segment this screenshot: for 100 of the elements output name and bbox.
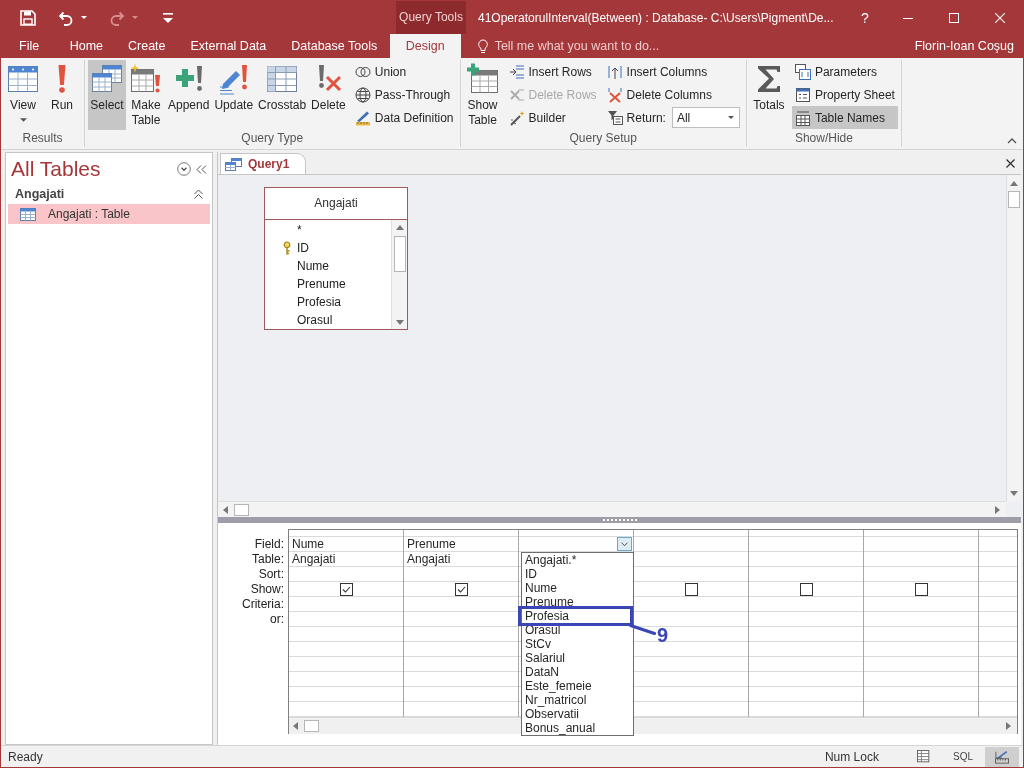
field-list-item[interactable]: ID <box>265 239 391 257</box>
tell-me-field[interactable]: Tell me what you want to do... <box>494 34 695 58</box>
nav-group-header[interactable]: Angajati <box>15 186 65 201</box>
field-list-item[interactable]: Nume <box>265 257 391 275</box>
show-checkbox[interactable] <box>454 582 468 596</box>
ribbon-tab[interactable]: Create <box>115 34 179 58</box>
parameters-icon <box>794 63 811 80</box>
field-list-item[interactable]: * <box>265 221 391 239</box>
ribbon-button[interactable]: Crosstab <box>256 60 309 130</box>
ribbon-button[interactable]: Pass-Through <box>351 83 457 106</box>
vertical-scrollbar[interactable] <box>391 220 407 329</box>
scroll-up-icon[interactable] <box>395 225 404 230</box>
dropdown-option[interactable]: DataN <box>522 665 633 679</box>
horizontal-scrollbar[interactable] <box>218 501 1006 517</box>
scroll-right-icon[interactable] <box>995 505 1000 514</box>
ribbon-tab[interactable]: External Data <box>178 34 279 58</box>
dropdown-option[interactable]: Nume <box>522 581 633 595</box>
navigation-pane-title[interactable]: All Tables <box>11 157 101 181</box>
ribbon-button[interactable]: Builder <box>505 106 600 129</box>
row-label: Sort: <box>257 567 284 582</box>
dropdown-option[interactable]: Prenume <box>522 595 633 609</box>
table-field-list[interactable]: Angajati * ID Nume Prenume Profesia Orasul <box>264 187 408 330</box>
ribbon-tab[interactable]: Design <box>389 34 461 58</box>
caret-down-icon[interactable] <box>727 116 734 119</box>
field-list-item[interactable]: Prenume <box>265 275 391 293</box>
user-name[interactable]: Florin-Ioan Coşug <box>914 34 1023 58</box>
row-label: Field: <box>253 537 284 552</box>
scroll-right-icon[interactable] <box>1006 722 1011 730</box>
ribbon-button[interactable]: Union <box>351 60 457 83</box>
circle-caret-icon[interactable] <box>177 162 191 176</box>
caret-down-icon[interactable] <box>81 16 87 19</box>
scrollbar-thumb[interactable] <box>234 503 249 516</box>
scroll-left-icon[interactable] <box>223 505 228 514</box>
help-button[interactable]: ? <box>845 1 885 34</box>
show-checkbox[interactable] <box>339 582 353 596</box>
ribbon-button[interactable]: Parameters <box>791 60 898 83</box>
ribbon-button[interactable]: View <box>4 60 42 130</box>
design-view-icon[interactable] <box>985 746 1019 767</box>
dropdown-option[interactable]: Nr_matricol <box>522 693 633 707</box>
ribbon-button[interactable]: Insert Rows <box>505 60 600 83</box>
grid-cell[interactable]: Angajati <box>289 552 403 567</box>
callout-number: 9 <box>657 625 669 645</box>
ribbon-button[interactable]: Show Table <box>463 60 502 130</box>
table-sparkle-icon <box>130 63 162 95</box>
scrollbar-thumb[interactable] <box>1008 191 1020 208</box>
lightbulb-icon[interactable] <box>477 38 488 54</box>
show-checkbox[interactable] <box>684 582 698 596</box>
field-list-item[interactable]: Orasul <box>265 311 391 329</box>
grid-cell[interactable]: Angajati <box>404 552 518 567</box>
ribbon-tab[interactable]: File <box>1 34 58 58</box>
ribbon-button[interactable]: Append <box>166 60 212 130</box>
dropdown-option[interactable]: StCv <box>522 637 633 651</box>
show-checkbox[interactable] <box>914 582 928 596</box>
ribbon-button[interactable]: Delete <box>309 60 348 130</box>
ribbon-button[interactable]: Insert Columns <box>603 60 743 83</box>
double-chevron-up-icon[interactable] <box>194 188 203 199</box>
table-title: Angajati <box>265 188 407 220</box>
dropdown-option[interactable]: Profesia <box>522 609 633 623</box>
caret-down-icon[interactable] <box>19 118 27 122</box>
collapse-ribbon-icon[interactable] <box>1007 138 1017 144</box>
ribbon-button[interactable]: Make Table <box>127 60 165 130</box>
scroll-down-icon[interactable] <box>395 320 404 325</box>
return-dropdown[interactable]: All <box>671 107 740 128</box>
caret-down-icon[interactable] <box>617 537 632 551</box>
ribbon-button[interactable]: Delete Columns <box>603 83 743 106</box>
double-chevron-left-icon[interactable] <box>196 164 207 174</box>
dropdown-option[interactable]: Angajati.* <box>522 553 633 567</box>
scrollbar-thumb[interactable] <box>393 236 406 272</box>
ribbon-tab[interactable]: Home <box>57 34 116 58</box>
ribbon-button[interactable]: Run <box>43 60 81 130</box>
dropdown-option[interactable]: Este_femeie <box>522 679 633 693</box>
vertical-scrollbar[interactable] <box>1006 175 1021 501</box>
maximize-icon[interactable] <box>949 12 959 23</box>
pencil-exclamation-icon <box>217 63 250 95</box>
ribbon-button[interactable]: Update <box>212 60 256 130</box>
scroll-left-icon[interactable] <box>293 722 298 730</box>
show-checkbox[interactable] <box>799 582 813 596</box>
dropdown-option[interactable]: ID <box>522 567 633 581</box>
ribbon-button[interactable]: Property Sheet <box>791 83 898 106</box>
scroll-down-icon[interactable] <box>1010 491 1018 496</box>
property-sheet-icon <box>794 86 811 103</box>
scroll-up-icon[interactable] <box>1010 181 1018 186</box>
ribbon-button[interactable]: Data Definition <box>351 106 457 129</box>
ribbon-button[interactable]: Totals <box>749 60 788 130</box>
field-list-item[interactable]: Profesia <box>265 293 391 311</box>
ribbon-button[interactable]: Select <box>88 60 126 130</box>
grid-cell[interactable]: Nume <box>289 537 403 552</box>
ribbon-button[interactable]: Table Names <box>791 106 898 129</box>
dropdown-option[interactable]: Observatii <box>522 707 633 721</box>
scrollbar-thumb[interactable] <box>304 720 319 732</box>
document-tab[interactable]: Query1 <box>220 153 307 174</box>
dropdown-option[interactable]: Bonus_anual <box>522 721 633 735</box>
grid-cell[interactable]: Prenume <box>404 537 518 552</box>
close-icon[interactable] <box>1006 158 1015 168</box>
save-icon[interactable] <box>20 9 36 26</box>
sql-view-button[interactable]: SQL <box>945 746 981 767</box>
navigation-item[interactable]: Angajati : Table <box>8 204 210 224</box>
dropdown-option[interactable]: Salariul <box>522 651 633 665</box>
ribbon-tab[interactable]: Database Tools <box>278 34 390 58</box>
undo-icon[interactable] <box>58 9 74 26</box>
